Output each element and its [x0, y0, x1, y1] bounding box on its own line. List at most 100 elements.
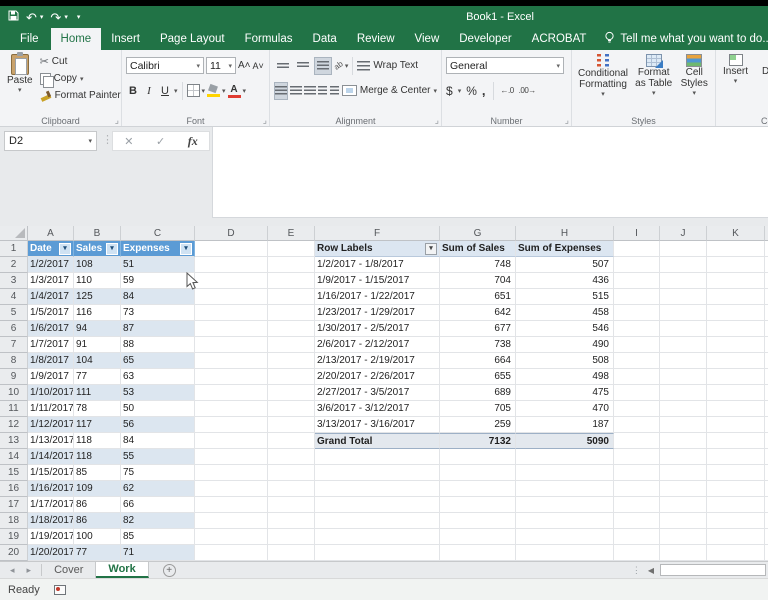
cell-J19[interactable]	[660, 529, 707, 545]
ribbon-tab-page-layout[interactable]: Page Layout	[150, 28, 235, 50]
cell-J5[interactable]	[660, 305, 707, 321]
formula-input[interactable]	[212, 127, 768, 218]
cell-I8[interactable]	[614, 353, 660, 369]
grow-font-icon[interactable]: A˄	[238, 60, 251, 71]
cell-G15[interactable]	[440, 465, 516, 481]
cell-A17[interactable]: 1/17/2017	[28, 497, 74, 513]
ribbon-tab-data[interactable]: Data	[303, 28, 347, 50]
cell-I16[interactable]	[614, 481, 660, 497]
cell-J16[interactable]	[660, 481, 707, 497]
cell-J7[interactable]	[660, 337, 707, 353]
cell-B14[interactable]: 118	[74, 449, 121, 465]
cell-I17[interactable]	[614, 497, 660, 513]
cell-I6[interactable]	[614, 321, 660, 337]
cell-F11[interactable]: 3/6/2017 - 3/12/2017	[315, 401, 440, 417]
cell-D17[interactable]	[195, 497, 268, 513]
redo-caret-icon[interactable]: ▾	[64, 13, 68, 21]
cell-E13[interactable]	[268, 433, 315, 449]
cell-G16[interactable]	[440, 481, 516, 497]
ribbon-tab-view[interactable]: View	[405, 28, 450, 50]
cell-E2[interactable]	[268, 257, 315, 273]
cell-D4[interactable]	[195, 289, 268, 305]
cell-B17[interactable]: 86	[74, 497, 121, 513]
ribbon-tab-acrobat[interactable]: ACROBAT	[522, 28, 597, 50]
confirm-entry-icon[interactable]: ✓	[156, 135, 165, 148]
cell-A15[interactable]: 1/15/2017	[28, 465, 74, 481]
paste-button[interactable]: Paste ▾	[4, 53, 36, 104]
cell-I15[interactable]	[614, 465, 660, 481]
hscroll-left-icon[interactable]: ◀	[648, 566, 654, 575]
ribbon-tab-file[interactable]: File	[8, 28, 51, 50]
cell-H19[interactable]	[516, 529, 614, 545]
cell-E4[interactable]	[268, 289, 315, 305]
borders-icon[interactable]	[187, 84, 200, 97]
cell-F9[interactable]: 2/20/2017 - 2/26/2017	[315, 369, 440, 385]
sheet-tab-cover[interactable]: Cover	[42, 562, 96, 578]
ribbon-tab-formulas[interactable]: Formulas	[235, 28, 303, 50]
underline-caret-icon[interactable]: ▾	[174, 87, 178, 95]
cell-K8[interactable]	[707, 353, 765, 369]
cell-B3[interactable]: 110	[74, 273, 121, 289]
cell-C20[interactable]: 71	[121, 545, 195, 561]
cell-K9[interactable]	[707, 369, 765, 385]
customize-qat-button[interactable]: ▾	[77, 13, 81, 21]
row-header-3[interactable]: 3	[0, 273, 28, 289]
cell-D15[interactable]	[195, 465, 268, 481]
cell-E10[interactable]	[268, 385, 315, 401]
italic-button[interactable]: I	[142, 85, 156, 97]
cell-K7[interactable]	[707, 337, 765, 353]
cell-H6[interactable]: 546	[516, 321, 614, 337]
cell-A11[interactable]: 1/11/2017	[28, 401, 74, 417]
cell-C6[interactable]: 87	[121, 321, 195, 337]
cell-B5[interactable]: 116	[74, 305, 121, 321]
cell-K6[interactable]	[707, 321, 765, 337]
format-painter-button[interactable]: Format Painter	[40, 87, 121, 104]
cell-F20[interactable]	[315, 545, 440, 561]
cell-H4[interactable]: 515	[516, 289, 614, 305]
cell-J12[interactable]	[660, 417, 707, 433]
cell-A19[interactable]: 1/19/2017	[28, 529, 74, 545]
row-header-9[interactable]: 9	[0, 369, 28, 385]
undo-button[interactable]: ↶	[26, 11, 37, 24]
currency-format-button[interactable]: $	[446, 84, 453, 98]
cell-E7[interactable]	[268, 337, 315, 353]
fill-color-icon[interactable]	[207, 84, 220, 97]
cell-C8[interactable]: 65	[121, 353, 195, 369]
underline-button[interactable]: U	[158, 85, 172, 97]
cell-F1[interactable]: Row Labels▾	[315, 241, 440, 257]
row-header-18[interactable]: 18	[0, 513, 28, 529]
cell-B18[interactable]: 86	[74, 513, 121, 529]
cell-K10[interactable]	[707, 385, 765, 401]
column-header-C[interactable]: C	[121, 226, 195, 241]
cell-D18[interactable]	[195, 513, 268, 529]
cell-B20[interactable]: 77	[74, 545, 121, 561]
cell-D19[interactable]	[195, 529, 268, 545]
top-align-icon[interactable]	[274, 57, 292, 75]
cell-E12[interactable]	[268, 417, 315, 433]
cancel-entry-icon[interactable]: ✕	[124, 135, 133, 148]
cell-D7[interactable]	[195, 337, 268, 353]
orientation-icon[interactable]: ab	[332, 59, 344, 71]
row-header-14[interactable]: 14	[0, 449, 28, 465]
cell-E14[interactable]	[268, 449, 315, 465]
cell-E11[interactable]	[268, 401, 315, 417]
cell-D2[interactable]	[195, 257, 268, 273]
cell-I1[interactable]	[614, 241, 660, 257]
cell-H5[interactable]: 458	[516, 305, 614, 321]
alignment-dialog-launcher[interactable]: ⌟	[435, 116, 439, 125]
cell-H16[interactable]	[516, 481, 614, 497]
decrease-decimal-icon[interactable]: .00→	[519, 86, 536, 95]
column-header-G[interactable]: G	[440, 226, 516, 241]
column-header-H[interactable]: H	[516, 226, 614, 241]
cell-K5[interactable]	[707, 305, 765, 321]
cell-B2[interactable]: 108	[74, 257, 121, 273]
cell-I12[interactable]	[614, 417, 660, 433]
cell-D8[interactable]	[195, 353, 268, 369]
cell-J10[interactable]	[660, 385, 707, 401]
sheet-nav-right-icon[interactable]: ▸	[27, 565, 32, 576]
column-header-I[interactable]: I	[614, 226, 660, 241]
cell-B13[interactable]: 118	[74, 433, 121, 449]
cell-K16[interactable]	[707, 481, 765, 497]
cell-E15[interactable]	[268, 465, 315, 481]
cell-H11[interactable]: 470	[516, 401, 614, 417]
